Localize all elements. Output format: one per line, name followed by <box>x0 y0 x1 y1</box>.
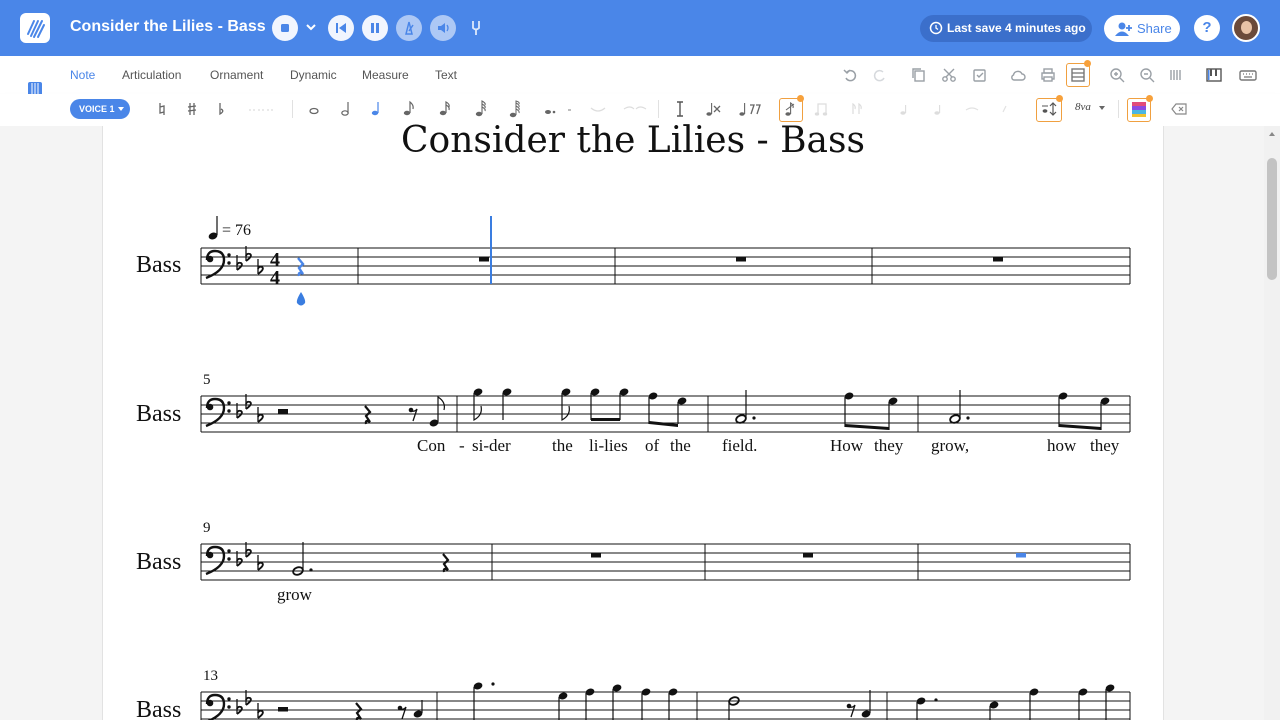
score-notation[interactable]: 4 4 <box>0 0 1264 720</box>
staff-system-3 <box>200 542 1131 581</box>
scrollbar-thumb[interactable] <box>1267 158 1277 280</box>
scroll-up-icon[interactable] <box>1269 132 1275 136</box>
svg-text:4: 4 <box>270 267 280 289</box>
vertical-scrollbar[interactable] <box>1264 126 1280 720</box>
staff-system-1: 4 4 <box>200 216 1131 306</box>
staff-system-4 <box>200 682 1131 720</box>
staff-system-2 <box>200 388 1131 433</box>
